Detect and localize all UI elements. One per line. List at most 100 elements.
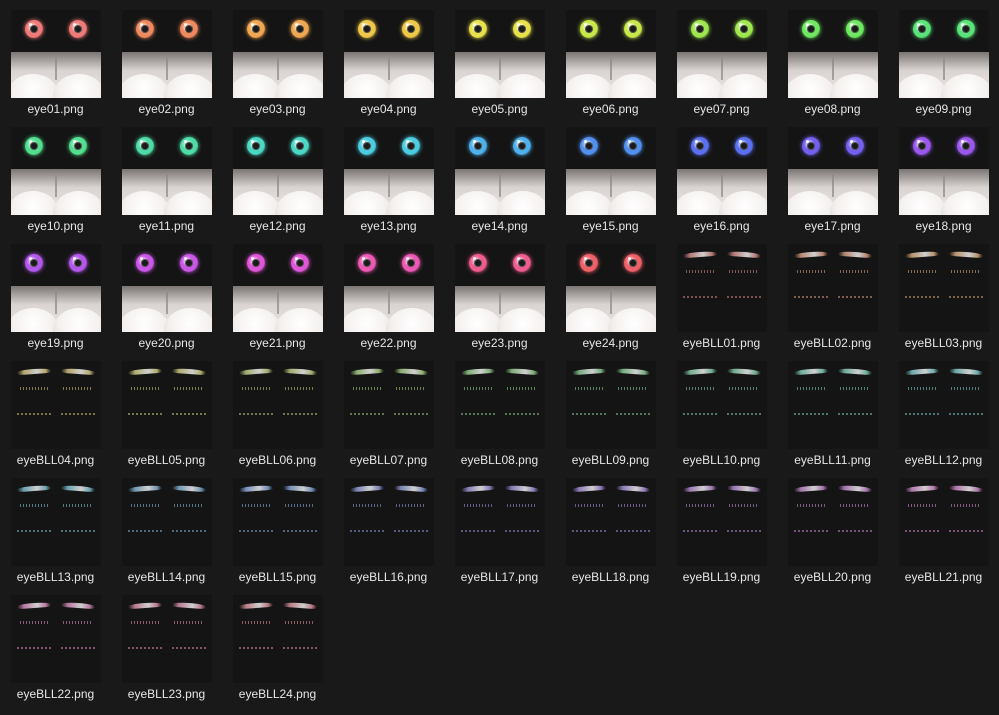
file-item[interactable]: eye06.png xyxy=(555,2,666,119)
file-item[interactable]: eye07.png xyxy=(666,2,777,119)
file-item[interactable]: eyeBLL13.png xyxy=(0,470,111,587)
file-item[interactable]: eye10.png xyxy=(0,119,111,236)
file-item[interactable]: eyeBLL20.png xyxy=(777,470,888,587)
lash-right-icon xyxy=(396,504,426,507)
file-item[interactable]: eye19.png xyxy=(0,236,111,353)
sclera-lobe-right xyxy=(164,191,212,215)
file-item[interactable]: eye23.png xyxy=(444,236,555,353)
file-item[interactable]: eyeBLL02.png xyxy=(777,236,888,353)
iris-left-icon xyxy=(691,20,709,38)
file-item[interactable]: eyeBLL17.png xyxy=(444,470,555,587)
sclera-preview xyxy=(788,169,878,215)
file-name: eyeBLL05.png xyxy=(127,453,206,467)
file-item[interactable]: eye21.png xyxy=(222,236,333,353)
iris-left-icon xyxy=(469,20,487,38)
thumbnail xyxy=(899,244,989,332)
lower-lash-left-icon xyxy=(905,413,939,415)
sclera-lobe-right xyxy=(719,74,767,98)
file-item[interactable]: eye17.png xyxy=(777,119,888,236)
thumbnail xyxy=(11,10,101,98)
lash-right-icon xyxy=(507,504,537,507)
file-item[interactable]: eyeBLL05.png xyxy=(111,353,222,470)
eyebrow-right-icon xyxy=(60,484,96,493)
file-item[interactable]: eyeBLL22.png xyxy=(0,587,111,704)
eyebrow-right-icon xyxy=(171,367,207,376)
lower-lash-right-icon xyxy=(283,530,317,532)
file-item[interactable]: eye16.png xyxy=(666,119,777,236)
file-item[interactable]: eye13.png xyxy=(333,119,444,236)
file-item[interactable]: eyeBLL14.png xyxy=(111,470,222,587)
file-item[interactable]: eyeBLL06.png xyxy=(222,353,333,470)
file-item[interactable]: eyeBLL03.png xyxy=(888,236,999,353)
file-name: eyeBLL15.png xyxy=(238,570,317,584)
sclera-lobe-left xyxy=(566,191,614,215)
file-item[interactable]: eyeBLL04.png xyxy=(0,353,111,470)
file-item[interactable]: eye11.png xyxy=(111,119,222,236)
lash-right-icon xyxy=(951,387,981,390)
file-item[interactable]: eye01.png xyxy=(0,2,111,119)
eyebrow-left-icon xyxy=(238,367,274,376)
eyebrow-right-icon xyxy=(504,367,540,376)
file-item[interactable]: eyeBLL01.png xyxy=(666,236,777,353)
file-item[interactable]: eyeBLL12.png xyxy=(888,353,999,470)
lash-left-icon xyxy=(20,387,50,390)
iris-right-icon xyxy=(180,254,198,272)
file-item[interactable]: eye02.png xyxy=(111,2,222,119)
sclera-preview xyxy=(11,52,101,98)
file-item[interactable]: eyeBLL24.png xyxy=(222,587,333,704)
thumbnail xyxy=(344,244,434,332)
thumbnail xyxy=(344,127,434,215)
file-item[interactable]: eyeBLL10.png xyxy=(666,353,777,470)
thumbnail xyxy=(11,478,101,566)
lower-lash-right-icon xyxy=(394,413,428,415)
lash-right-icon xyxy=(285,621,315,624)
file-item[interactable]: eyeBLL19.png xyxy=(666,470,777,587)
file-item[interactable]: eye22.png xyxy=(333,236,444,353)
file-item[interactable]: eyeBLL18.png xyxy=(555,470,666,587)
file-item[interactable]: eye09.png xyxy=(888,2,999,119)
file-item[interactable]: eye15.png xyxy=(555,119,666,236)
file-item[interactable]: eyeBLL15.png xyxy=(222,470,333,587)
lower-lash-left-icon xyxy=(17,647,51,649)
file-name: eyeBLL18.png xyxy=(571,570,650,584)
file-item[interactable]: eyeBLL16.png xyxy=(333,470,444,587)
lower-lash-right-icon xyxy=(283,647,317,649)
file-name: eyeBLL11.png xyxy=(794,453,871,467)
sclera-crease xyxy=(832,175,834,197)
file-name: eye08.png xyxy=(804,102,861,116)
file-item[interactable]: eye12.png xyxy=(222,119,333,236)
iris-right-icon xyxy=(513,137,531,155)
lash-left-icon xyxy=(575,387,605,390)
file-item[interactable]: eyeBLL23.png xyxy=(111,587,222,704)
file-item[interactable]: eye24.png xyxy=(555,236,666,353)
file-name: eyeBLL10.png xyxy=(682,453,761,467)
file-item[interactable]: eye05.png xyxy=(444,2,555,119)
file-name: eye13.png xyxy=(360,219,417,233)
thumbnail xyxy=(677,478,767,566)
eyebrow-right-icon xyxy=(726,367,762,376)
file-item[interactable]: eye04.png xyxy=(333,2,444,119)
file-item[interactable]: eyeBLL08.png xyxy=(444,353,555,470)
sclera-crease xyxy=(610,58,612,80)
thumbnail xyxy=(122,127,212,215)
thumbnail xyxy=(11,595,101,683)
lash-right-icon xyxy=(729,270,759,273)
file-item[interactable]: eye08.png xyxy=(777,2,888,119)
sclera-lobe-left xyxy=(566,74,614,98)
file-item[interactable]: eyeBLL09.png xyxy=(555,353,666,470)
file-item[interactable]: eyeBLL11.png xyxy=(777,353,888,470)
iris-right-icon xyxy=(69,254,87,272)
file-item[interactable]: eyeBLL21.png xyxy=(888,470,999,587)
iris-left-icon xyxy=(802,20,820,38)
sclera-lobe-left xyxy=(455,191,503,215)
file-item[interactable]: eyeBLL07.png xyxy=(333,353,444,470)
file-item[interactable]: eye20.png xyxy=(111,236,222,353)
iris-left-icon xyxy=(136,254,154,272)
eyebrow-left-icon xyxy=(16,601,52,610)
sclera-preview xyxy=(566,52,656,98)
file-item[interactable]: eye03.png xyxy=(222,2,333,119)
thumbnail xyxy=(344,10,434,98)
eyebrow-right-icon xyxy=(726,250,762,259)
file-item[interactable]: eye18.png xyxy=(888,119,999,236)
file-item[interactable]: eye14.png xyxy=(444,119,555,236)
